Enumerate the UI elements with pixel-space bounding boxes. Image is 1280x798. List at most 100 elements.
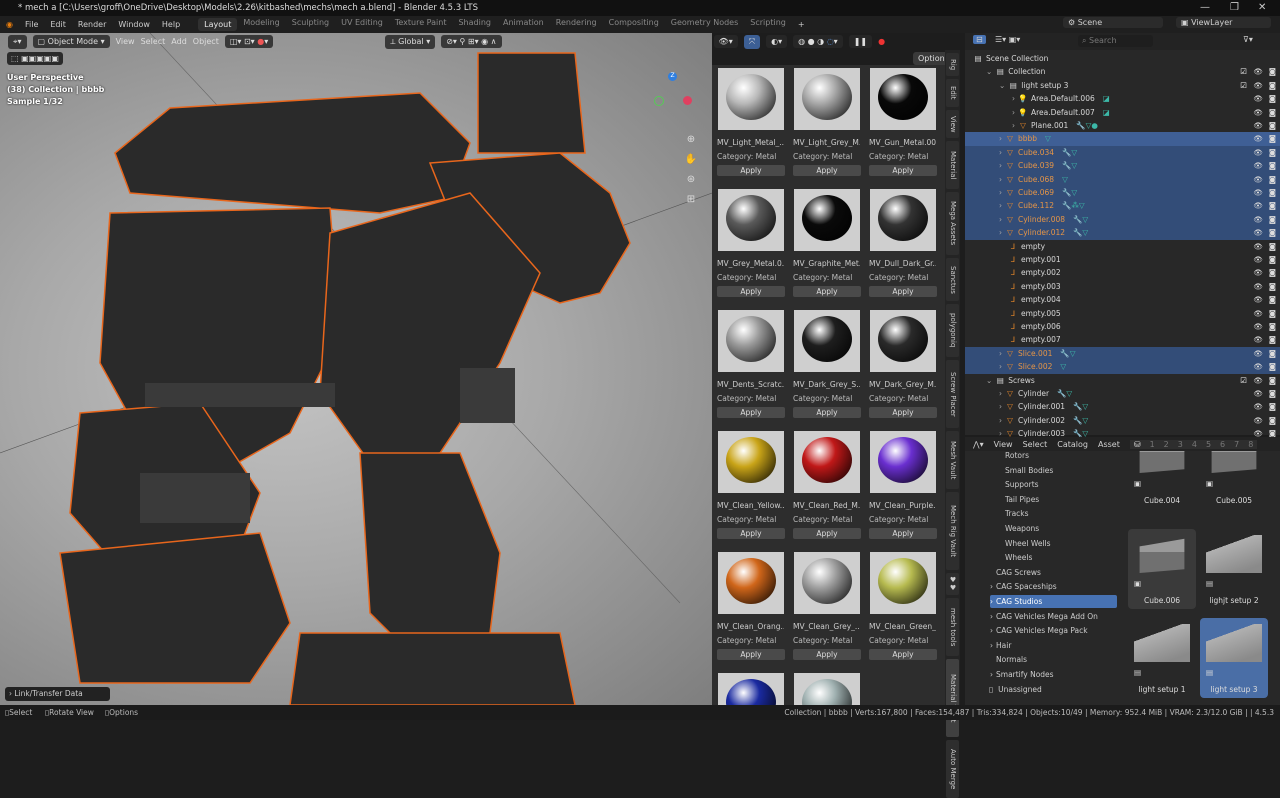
outliner-item-name[interactable]: Cube.039: [1018, 161, 1054, 170]
catalog-item[interactable]: CAG Screws: [996, 566, 1116, 579]
sidebar-tab-mesh-tools[interactable]: mesh tools: [946, 598, 959, 656]
outliner-row[interactable]: › ▽ Cube.112 🔧⁂▽ 👁 ◙: [965, 199, 1280, 213]
render-camera-icon[interactable]: ◙: [1269, 159, 1276, 172]
expand-chevron-icon[interactable]: ›: [990, 612, 993, 621]
viewport-menu-add[interactable]: Add: [171, 37, 187, 46]
expand-chevron-icon[interactable]: ›: [990, 626, 993, 635]
expand-chevron-icon[interactable]: ›: [999, 362, 1002, 371]
material-preview[interactable]: [794, 310, 860, 372]
page-tab-2[interactable]: 2: [1164, 440, 1169, 449]
outliner-item-name[interactable]: bbbb: [1018, 134, 1037, 143]
apply-material-button[interactable]: Apply: [717, 649, 785, 660]
tab-modeling[interactable]: Modeling: [237, 18, 285, 31]
sidebar-tab-material[interactable]: Material: [946, 141, 959, 189]
asset-menu-asset[interactable]: Asset: [1098, 440, 1120, 449]
transform-orientation-dropdown[interactable]: ⟂ Global ▾: [385, 34, 436, 49]
apply-material-button[interactable]: Apply: [793, 649, 861, 660]
modifier-icons[interactable]: ◪: [1103, 94, 1110, 103]
outliner-item-name[interactable]: empty.001: [1021, 255, 1061, 264]
render-camera-icon[interactable]: ◙: [1269, 333, 1276, 346]
expand-chevron-icon[interactable]: ⌄: [999, 81, 1005, 90]
render-camera-icon[interactable]: ◙: [1269, 240, 1276, 253]
visibility-eye-icon[interactable]: 👁: [1253, 92, 1263, 105]
catalog-item[interactable]: ▯ Unassigned: [989, 683, 1109, 696]
material-preview[interactable]: [794, 431, 860, 493]
mode-selector[interactable]: ▢ Object Mode ▾: [32, 35, 110, 48]
outliner-editor-icon[interactable]: ⊟: [973, 35, 986, 44]
sidebar-tab-view[interactable]: View: [946, 110, 959, 138]
editor-type-icon[interactable]: ⌖▾: [8, 34, 27, 49]
menu-file[interactable]: File: [19, 20, 44, 29]
expand-chevron-icon[interactable]: ›: [999, 349, 1002, 358]
material-preview[interactable]: [718, 552, 784, 614]
expand-chevron-icon[interactable]: ›: [999, 175, 1002, 184]
snap-icon[interactable]: ⊘▾ ⚲ ⊞▾ ◉ ∧: [441, 35, 502, 48]
render-camera-icon[interactable]: ◙: [1269, 266, 1276, 279]
outliner-row[interactable]: ⌄ ▤ Collection ☑ 👁 ◙: [965, 65, 1280, 78]
modifier-icons[interactable]: 🔧▽: [1073, 228, 1088, 237]
page-tab-4[interactable]: 4: [1192, 440, 1197, 449]
outliner-row[interactable]: ⌄ ▤ Screws ☑ 👁 ◙: [965, 374, 1280, 387]
outliner-row[interactable]: ⅃ empty.001 👁 ◙: [965, 253, 1280, 266]
visibility-eye-icon[interactable]: 👁: [1253, 106, 1263, 119]
filter-icon[interactable]: ⊽▾: [1243, 35, 1253, 44]
render-camera-icon[interactable]: ◙: [1269, 173, 1276, 186]
overlay-toggle-icon[interactable]: ◐▾: [766, 35, 788, 48]
render-camera-icon[interactable]: ◙: [1269, 186, 1276, 199]
render-camera-icon[interactable]: ◙: [1269, 119, 1276, 132]
modifier-icons[interactable]: 🔧▽: [1073, 416, 1088, 425]
apply-material-button[interactable]: Apply: [793, 528, 861, 539]
catalog-item[interactable]: › Smartify Nodes: [990, 668, 1110, 681]
page-tab-7[interactable]: 7: [1234, 440, 1239, 449]
viewport-menu-object[interactable]: Object: [193, 37, 219, 46]
outliner-item-name[interactable]: Area.Default.007: [1031, 108, 1095, 117]
asset-tile[interactable]: ▤ light setup 1: [1128, 618, 1196, 698]
material-preview[interactable]: [870, 552, 936, 614]
page-tab-5[interactable]: 5: [1206, 440, 1211, 449]
outliner-row[interactable]: › ▽ Cylinder.008 🔧▽ 👁 ◙: [965, 212, 1280, 227]
expand-chevron-icon[interactable]: ›: [990, 641, 993, 650]
asset-menu-catalog[interactable]: Catalog: [1057, 440, 1088, 449]
outliner-row[interactable]: › 💡 Area.Default.007 ◪ 👁 ◙: [965, 106, 1280, 119]
add-workspace-icon[interactable]: +: [792, 20, 811, 29]
asset-library-icon[interactable]: ⛁: [1134, 440, 1141, 449]
expand-chevron-icon[interactable]: ›: [999, 148, 1002, 157]
outliner-item-name[interactable]: Cylinder.012: [1018, 228, 1065, 237]
expand-chevron-icon[interactable]: ⌄: [986, 376, 992, 385]
visibility-eye-icon[interactable]: 👁: [1253, 65, 1263, 78]
material-preview[interactable]: [718, 673, 784, 705]
apply-material-button[interactable]: Apply: [793, 286, 861, 297]
modifier-icons[interactable]: ◪: [1103, 108, 1110, 117]
minimize-button[interactable]: —: [1200, 0, 1210, 16]
outliner-row[interactable]: ⅃ empty.005 👁 ◙: [965, 307, 1280, 320]
visibility-eye-icon[interactable]: 👁: [1253, 79, 1263, 92]
apply-material-button[interactable]: Apply: [717, 165, 785, 176]
tab-rendering[interactable]: Rendering: [550, 18, 603, 31]
visibility-eye-icon[interactable]: 👁: [1253, 213, 1263, 226]
expand-chevron-icon[interactable]: ›: [999, 416, 1002, 425]
outliner-row[interactable]: › ▽ Plane.001 🔧▽● 👁 ◙: [965, 119, 1280, 132]
visibility-eye-icon[interactable]: 👁: [1253, 173, 1263, 186]
render-camera-icon[interactable]: ◙: [1269, 253, 1276, 266]
3d-viewport[interactable]: [0, 33, 712, 705]
render-camera-icon[interactable]: ◙: [1269, 226, 1276, 239]
render-camera-icon[interactable]: ◙: [1269, 374, 1276, 387]
tab-texture-paint[interactable]: Texture Paint: [389, 18, 453, 31]
outliner-row[interactable]: › ▽ Cube.068 ▽ 👁 ◙: [965, 172, 1280, 186]
apply-material-button[interactable]: Apply: [869, 528, 937, 539]
expand-chevron-icon[interactable]: ›: [999, 201, 1002, 210]
render-camera-icon[interactable]: ◙: [1269, 132, 1276, 145]
tab-animation[interactable]: Animation: [497, 18, 550, 31]
outliner-item-name[interactable]: Cylinder: [1018, 389, 1049, 398]
modifier-icons[interactable]: 🔧⁂▽: [1062, 201, 1085, 210]
catalog-item[interactable]: Supports: [1005, 478, 1125, 491]
expand-chevron-icon[interactable]: ⌄: [986, 67, 992, 76]
modifier-icons[interactable]: ▽: [1062, 175, 1068, 184]
tab-scripting[interactable]: Scripting: [744, 18, 792, 31]
outliner-item-name[interactable]: Area.Default.006: [1031, 94, 1095, 103]
apply-material-button[interactable]: Apply: [717, 407, 785, 418]
material-preview[interactable]: [718, 310, 784, 372]
visibility-eye-icon[interactable]: 👁: [1253, 186, 1263, 199]
asset-tile[interactable]: ▣ Cube.006: [1128, 529, 1196, 609]
outliner-item-name[interactable]: Screws: [1008, 376, 1034, 385]
